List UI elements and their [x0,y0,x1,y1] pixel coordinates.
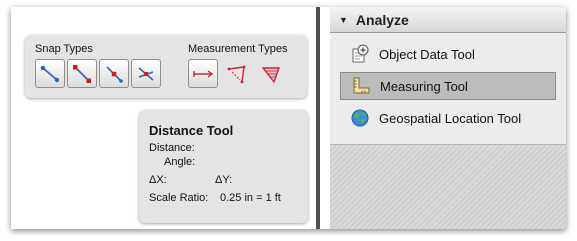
scale-ratio-label: Scale Ratio: [149,192,209,204]
perimeter-measure-icon [227,65,246,83]
perimeter-measure-button[interactable] [222,59,252,88]
geospatial-location-tool-label: Geospatial Location Tool [379,110,522,126]
measuring-tool-label: Measuring Tool [380,78,468,94]
angle-label: Angle: [164,156,196,168]
area-measure-button[interactable] [256,59,286,88]
sidebar-item-object-data-tool[interactable]: Object Data Tool [340,40,556,68]
sidebar-empty-area [330,144,566,229]
snap-endpoint-button[interactable] [35,59,65,88]
delta-y-label: ΔY: [215,174,233,186]
distance-tool-title: Distance Tool [149,123,234,138]
distance-measure-button[interactable] [188,59,218,88]
analyze-section-header[interactable]: ▼ Analyze [330,7,566,33]
snap-intersection-button[interactable] [131,59,161,88]
sidebar-item-geospatial-location-tool[interactable]: Geospatial Location Tool [340,104,556,132]
globe-icon [350,108,370,128]
object-data-icon [350,44,370,64]
area-measure-icon [261,66,280,83]
snap-midpoint-button[interactable] [99,59,129,88]
distance-label: Distance: [149,142,195,154]
pane-gap [320,7,330,229]
app-window: Snap Types Measurement Types Distance To… [11,7,566,229]
sidebar-item-measuring-tool[interactable]: Measuring Tool [340,72,556,100]
disclosure-triangle-icon[interactable]: ▼ [339,15,348,25]
snap-to-endpoint-icon [40,65,60,82]
analyze-section-title: Analyze [355,11,409,28]
distance-tool-panel: Distance Tool Distance: Angle: ΔX: ΔY: S… [139,110,308,223]
snap-measurement-toolbar: Snap Types Measurement Types [25,35,307,98]
snap-to-endpoint-square-icon [73,64,91,83]
delta-x-label: ΔX: [149,174,167,186]
document-canvas[interactable]: Snap Types Measurement Types Distance To… [11,7,316,229]
ruler-icon [351,76,371,96]
scale-ratio-value: 0.25 in = 1 ft [220,192,281,204]
object-data-tool-label: Object Data Tool [379,46,475,62]
snap-to-midpoint-icon [106,65,123,83]
tools-sidebar: ▼ Analyze Object Data Tool Measuring Too… [330,7,566,229]
distance-measure-icon [193,69,214,78]
snap-types-label: Snap Types [35,43,93,55]
snap-to-intersection-icon [138,66,154,81]
snap-endpoint-square-button[interactable] [67,59,97,88]
measurement-types-label: Measurement Types [188,43,288,55]
